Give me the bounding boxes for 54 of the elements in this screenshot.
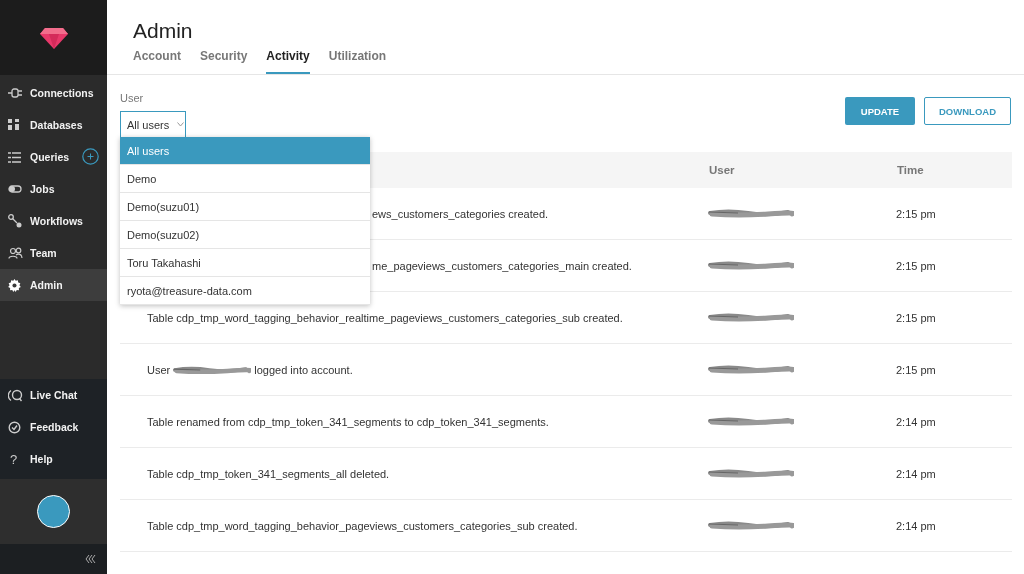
chat-icon xyxy=(8,388,23,402)
add-icon[interactable] xyxy=(82,148,99,165)
pill-icon xyxy=(8,185,22,193)
help-icon: ? xyxy=(8,451,18,467)
sidebar-item[interactable]: Feedback xyxy=(0,411,107,443)
activity-message: Table cdp_tmp_word_tagging_behavior_pageviews_customers_categories_sub created. xyxy=(147,519,578,532)
activity-message: Table renamed from cdp_tmp_token_341_segments to cdp_token_341_segments. xyxy=(147,415,549,428)
sidebar-item[interactable]: Admin xyxy=(0,269,107,301)
gem-logo xyxy=(39,26,68,49)
collapse-icon[interactable] xyxy=(85,554,96,564)
dropdown-option[interactable]: ryota@treasure-data.com xyxy=(120,277,370,305)
dropdown-option[interactable]: Demo(suzu02) xyxy=(120,221,370,249)
activity-message: Table cdp_tmp_token_341_segments_all deleted. xyxy=(147,467,390,480)
time-cell: 2:14 pm xyxy=(896,467,936,480)
activity-message: me_pageviews_customers_categories_main created. xyxy=(372,259,632,272)
dropdown-option[interactable]: Toru Takahashi xyxy=(120,249,370,277)
time-cell: 2:15 pm xyxy=(896,259,936,272)
people-icon xyxy=(8,247,23,259)
avatar[interactable] xyxy=(37,495,70,528)
sidebar-item[interactable]: Workflows xyxy=(0,205,107,237)
sidebar-item[interactable]: Jobs xyxy=(0,173,107,205)
grid-icon xyxy=(8,119,20,131)
tab[interactable]: Activity xyxy=(266,49,310,74)
user-select[interactable]: All users xyxy=(120,111,186,138)
time-cell: 2:15 pm xyxy=(896,311,936,324)
check-icon xyxy=(8,420,21,434)
column-header: User xyxy=(708,152,896,188)
activity-message: ews_customers_categories created. xyxy=(372,207,549,220)
time-cell: 2:14 pm xyxy=(896,415,936,428)
sidebar-item[interactable]: Queries xyxy=(0,141,107,173)
sidebar-item[interactable]: Team xyxy=(0,237,107,269)
tab[interactable]: Utilization xyxy=(328,49,387,74)
column-header: Time xyxy=(896,152,1012,188)
activity-message: User xyxy=(147,363,171,376)
list-icon xyxy=(8,151,21,163)
time-cell: 2:15 pm xyxy=(896,207,936,220)
time-cell: 2:14 pm xyxy=(896,519,936,532)
workflow-icon xyxy=(8,214,22,228)
plug-icon xyxy=(8,87,22,99)
sidebar-item[interactable]: Live Chat xyxy=(0,379,107,411)
activity-message: logged into account. xyxy=(254,363,353,376)
page-title: Admin xyxy=(132,18,194,43)
caret-icon xyxy=(177,122,185,127)
activity-message: Table cdp_tmp_word_tagging_behavior_realtime_pageviews_customers_categories_sub created. xyxy=(147,311,623,324)
time-cell: 2:15 pm xyxy=(896,363,936,376)
sidebar-item[interactable]: Databases xyxy=(0,109,107,141)
dropdown-option[interactable]: Demo xyxy=(120,165,370,193)
settings-icon xyxy=(8,278,21,292)
dropdown-option[interactable]: Demo(suzu01) xyxy=(120,193,370,221)
sidebar-item[interactable]: ? Help xyxy=(0,443,107,475)
tab[interactable]: Account xyxy=(133,49,181,74)
field-label: User xyxy=(120,92,144,104)
tab[interactable]: Security xyxy=(200,49,248,74)
sidebar-item[interactable]: Connections xyxy=(0,77,107,109)
